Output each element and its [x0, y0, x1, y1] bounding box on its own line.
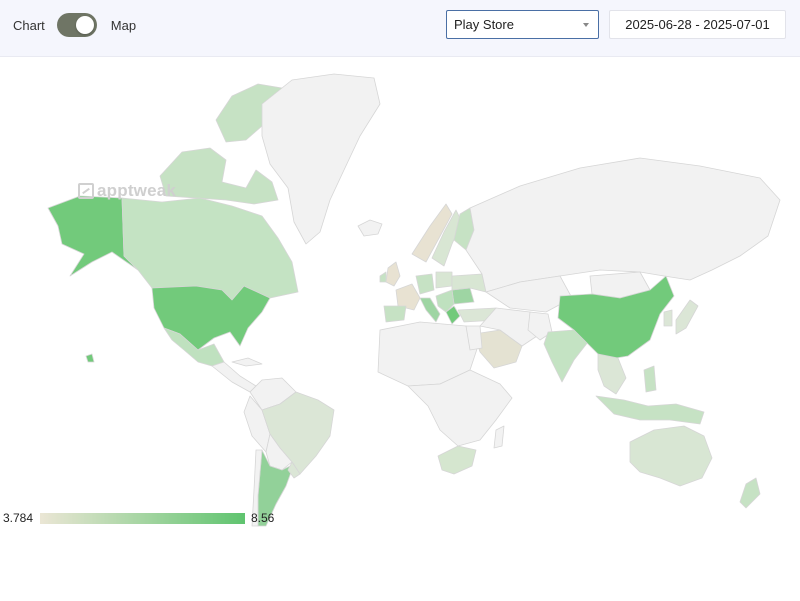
date-range-picker[interactable]: 2025-06-28 - 2025-07-01: [609, 10, 786, 39]
country-iceland[interactable]: [357, 219, 383, 237]
chart-map-switch[interactable]: [56, 13, 97, 37]
country-new-zealand[interactable]: [739, 477, 761, 509]
country-korea[interactable]: [663, 309, 673, 327]
country-australia[interactable]: [629, 425, 713, 487]
legend-max-value: 8.56: [251, 511, 275, 525]
country-uk[interactable]: [385, 261, 401, 287]
apptweak-logo-icon: [78, 183, 94, 199]
country-south-africa[interactable]: [437, 445, 477, 475]
store-select[interactable]: Play Store: [446, 10, 599, 39]
date-range-value: 2025-06-28 - 2025-07-01: [625, 17, 770, 32]
country-canada[interactable]: [121, 197, 299, 301]
country-indochina[interactable]: [597, 353, 627, 395]
view-toggle: Chart Map: [13, 11, 136, 39]
country-romania[interactable]: [451, 287, 475, 305]
top-toolbar: Chart Map Play Store 2025-06-28 - 2025-0…: [0, 0, 800, 57]
chevron-down-icon: [583, 23, 589, 27]
country-philippines[interactable]: [643, 365, 657, 393]
country-ireland[interactable]: [379, 271, 387, 283]
country-japan[interactable]: [675, 299, 699, 335]
legend-min-value: 3.784: [3, 511, 34, 525]
country-central-america[interactable]: [211, 361, 257, 393]
store-select-value: Play Store: [454, 17, 514, 32]
legend-gradient: [40, 513, 245, 524]
country-spain[interactable]: [383, 305, 407, 323]
chart-label: Chart: [13, 17, 45, 33]
country-germany[interactable]: [415, 273, 435, 295]
country-poland[interactable]: [435, 271, 453, 289]
country-cuba[interactable]: [231, 357, 263, 367]
country-hawaii[interactable]: [85, 353, 95, 363]
country-russia[interactable]: [465, 157, 781, 293]
apptweak-logo: apptweak: [78, 181, 176, 201]
switch-knob: [75, 16, 94, 34]
country-canada-islands-2[interactable]: [159, 147, 279, 205]
country-madagascar[interactable]: [493, 425, 505, 449]
watermark-text: apptweak: [97, 181, 177, 200]
map-label: Map: [110, 17, 137, 33]
country-usa[interactable]: [151, 285, 271, 351]
country-greenland[interactable]: [261, 73, 381, 245]
country-indonesia[interactable]: [595, 395, 705, 425]
